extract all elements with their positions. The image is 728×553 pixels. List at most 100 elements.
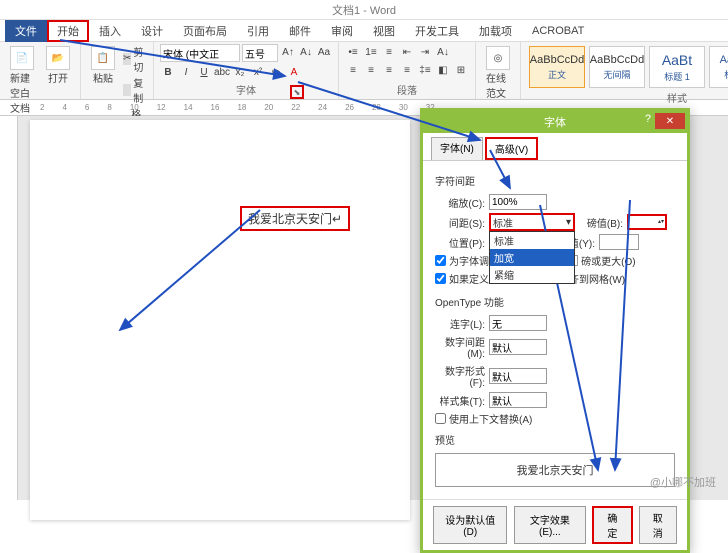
- tab-ref[interactable]: 引用: [237, 20, 279, 42]
- group-new: 📄新建空白文档 📂打开: [0, 42, 81, 99]
- dialog-help-button[interactable]: ?: [645, 113, 651, 125]
- snap-checkbox[interactable]: [435, 273, 446, 284]
- dialog-tab-advanced[interactable]: 高级(V): [485, 137, 538, 160]
- style-normal[interactable]: AaBbCcDd正文: [529, 46, 585, 88]
- new-doc-button[interactable]: 📄新建空白文档: [6, 44, 38, 117]
- spacing-dropdown-list: 标准 加宽 紧缩: [489, 231, 575, 284]
- bold-button[interactable]: B: [160, 64, 176, 80]
- scale-label: 缩放(C):: [435, 195, 485, 210]
- spacing-opt-condensed[interactable]: 紧缩: [490, 266, 574, 283]
- numspacing-select[interactable]: [489, 339, 547, 355]
- group-online: ◎在线范文: [476, 42, 521, 99]
- align-left-button[interactable]: ≡: [345, 62, 361, 78]
- paste-button[interactable]: 📋粘贴: [87, 44, 119, 87]
- para-group-label: 段落: [345, 82, 469, 97]
- position-value-spinner[interactable]: [599, 234, 639, 250]
- grow-font-button[interactable]: A↑: [280, 44, 296, 60]
- styleset-label: 样式集(T):: [435, 393, 485, 408]
- multilevel-button[interactable]: ≡: [381, 44, 397, 60]
- context-checkbox[interactable]: [435, 413, 446, 424]
- borders-button[interactable]: ⊞: [453, 62, 469, 78]
- copy-icon: [123, 84, 131, 96]
- tab-dev[interactable]: 开发工具: [405, 20, 469, 42]
- styles-group-label: 样式: [527, 90, 728, 105]
- change-case-button[interactable]: Aa: [316, 44, 332, 60]
- ok-button[interactable]: 确定: [592, 506, 632, 544]
- style-nospacing[interactable]: AaBbCcDd无间隔: [589, 46, 645, 88]
- align-right-button[interactable]: ≡: [381, 62, 397, 78]
- tab-view[interactable]: 视图: [363, 20, 405, 42]
- font-dialog-launcher[interactable]: ⬊: [290, 85, 304, 99]
- underline-button[interactable]: U: [196, 64, 212, 80]
- preview-label: 预览: [435, 432, 675, 447]
- ligature-select[interactable]: [489, 315, 547, 331]
- numform-label: 数字形式(F):: [435, 363, 485, 389]
- justify-button[interactable]: ≡: [399, 62, 415, 78]
- sort-button[interactable]: A↓: [435, 44, 451, 60]
- indent-inc-button[interactable]: ⇥: [417, 44, 433, 60]
- tab-review[interactable]: 审阅: [321, 20, 363, 42]
- font-name-select[interactable]: [160, 44, 240, 62]
- font-size-select[interactable]: [242, 44, 278, 62]
- online-button[interactable]: ◎在线范文: [482, 44, 514, 102]
- styleset-select[interactable]: [489, 392, 547, 408]
- style-h2[interactable]: AaBbC标题 2: [709, 46, 728, 88]
- highlight-button[interactable]: ✏: [268, 64, 284, 80]
- scissors-icon: ✂: [123, 53, 131, 65]
- group-styles: AaBbCcDd正文 AaBbCcDd无间隔 AaBt标题 1 AaBbC标题 …: [521, 42, 728, 99]
- ruler-vertical: [0, 116, 18, 500]
- tab-acrobat[interactable]: ACROBAT: [522, 22, 594, 40]
- numbering-button[interactable]: 1≡: [363, 44, 379, 60]
- copy-button[interactable]: 复制: [123, 75, 147, 105]
- shading-button[interactable]: ◧: [435, 62, 451, 78]
- numform-select[interactable]: [489, 368, 547, 384]
- dialog-close-button[interactable]: ✕: [655, 113, 685, 129]
- tab-file[interactable]: 文件: [5, 20, 47, 42]
- ligature-label: 连字(L):: [435, 316, 485, 331]
- page[interactable]: [30, 120, 410, 520]
- subscript-button[interactable]: x₂: [232, 64, 248, 80]
- kerning-unit: 磅或更大(O): [581, 253, 635, 268]
- tab-addin[interactable]: 加载项: [469, 20, 522, 42]
- indent-dec-button[interactable]: ⇤: [399, 44, 415, 60]
- tab-home[interactable]: 开始: [47, 20, 89, 42]
- scale-input[interactable]: [489, 194, 547, 210]
- spacing-select[interactable]: 标准 标准 加宽 紧缩: [489, 213, 575, 231]
- tab-mail[interactable]: 邮件: [279, 20, 321, 42]
- tab-insert[interactable]: 插入: [89, 20, 131, 42]
- group-clipboard: 📋粘贴 ✂剪切 复制 格式刷 剪贴板: [81, 42, 154, 99]
- line-spacing-button[interactable]: ‡≡: [417, 62, 433, 78]
- dialog-title: 字体 ? ✕: [423, 111, 687, 133]
- preview-box: 我爱北京天安门: [435, 453, 675, 487]
- open-button[interactable]: 📂打开: [42, 44, 74, 87]
- align-center-button[interactable]: ≡: [363, 62, 379, 78]
- selected-text[interactable]: 我爱北京天安门↵: [240, 206, 350, 231]
- italic-button[interactable]: I: [178, 64, 194, 80]
- dialog-tab-font[interactable]: 字体(N): [431, 137, 483, 160]
- window-title: 文档1 - Word: [0, 0, 728, 20]
- cancel-button[interactable]: 取消: [639, 506, 677, 544]
- font-color-button[interactable]: A: [286, 64, 302, 80]
- spacing-opt-normal[interactable]: 标准: [490, 232, 574, 249]
- tab-design[interactable]: 设计: [131, 20, 173, 42]
- cut-button[interactable]: ✂剪切: [123, 44, 147, 74]
- position-label: 位置(P):: [435, 235, 485, 250]
- menubar: 文件 开始 插入 设计 页面布局 引用 邮件 审阅 视图 开发工具 加载项 AC…: [0, 20, 728, 42]
- bullets-button[interactable]: •≡: [345, 44, 361, 60]
- set-default-button[interactable]: 设为默认值(D): [433, 506, 507, 544]
- kerning-checkbox[interactable]: [435, 255, 446, 266]
- spacing-section-label: 字符间距: [435, 173, 675, 188]
- context-label: 使用上下文替换(A): [449, 411, 532, 426]
- spacing-opt-expanded[interactable]: 加宽: [490, 249, 574, 266]
- text-effects-button[interactable]: 文字效果(E)...: [514, 506, 587, 544]
- strike-button[interactable]: abc: [214, 64, 230, 80]
- spacing-value-spinner[interactable]: [627, 214, 667, 230]
- ribbon: 📄新建空白文档 📂打开 📋粘贴 ✂剪切 复制 格式刷 剪贴板 A↑ A↓ Aa: [0, 42, 728, 100]
- group-paragraph: •≡ 1≡ ≡ ⇤ ⇥ A↓ ≡ ≡ ≡ ≡ ‡≡ ◧ ⊞ 段落: [339, 42, 476, 99]
- tab-layout[interactable]: 页面布局: [173, 20, 237, 42]
- opentype-section-label: OpenType 功能: [435, 294, 675, 309]
- style-h1[interactable]: AaBt标题 1: [649, 46, 705, 88]
- watermark: @小哪不加班: [650, 474, 716, 490]
- shrink-font-button[interactable]: A↓: [298, 44, 314, 60]
- superscript-button[interactable]: x²: [250, 64, 266, 80]
